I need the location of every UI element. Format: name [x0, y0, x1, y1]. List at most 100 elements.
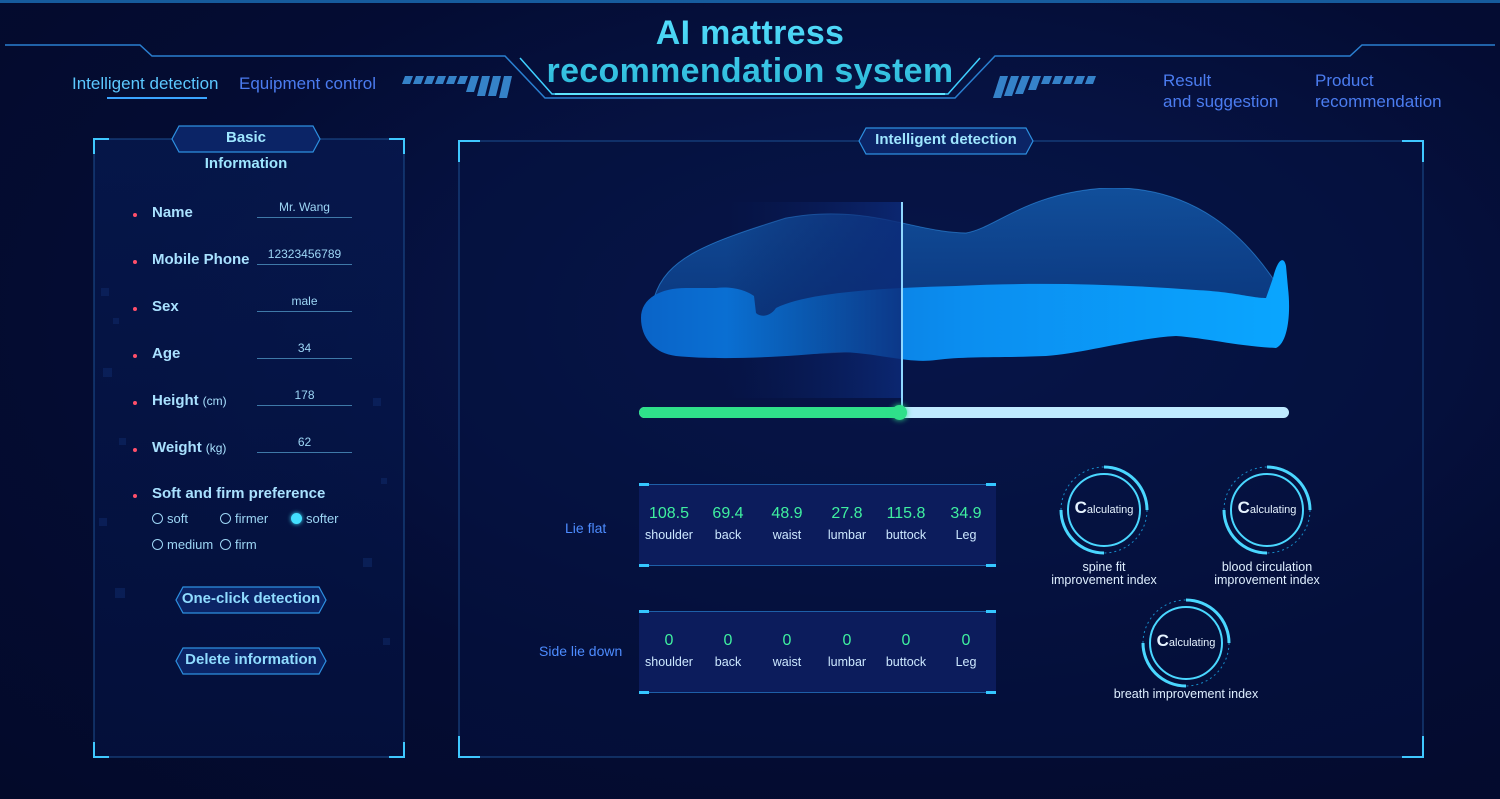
field-label-text: Age: [152, 345, 181, 362]
basic-information-tag: Basic Information: [171, 125, 321, 172]
gauge-status-rest: alculating: [1086, 504, 1134, 516]
page: AI mattress recommendation system Intell…: [0, 0, 1500, 799]
metric-back: 69.4 back: [698, 504, 758, 542]
side-lie-down-label: Side lie down: [539, 643, 623, 659]
metrics-corner: [639, 483, 649, 486]
gauge-status-initial: C: [1074, 498, 1087, 517]
metric-value: 27.8: [831, 505, 863, 522]
field-label: Weight (kg): [152, 439, 226, 456]
metric-value: 115.8: [886, 505, 926, 522]
metric-value: 0: [782, 632, 792, 649]
radio-medium[interactable]: medium: [152, 537, 213, 552]
radio-firm[interactable]: firm: [220, 537, 257, 552]
metric-value: 69.4: [712, 505, 744, 522]
gauge-status: Calculating: [1058, 498, 1150, 518]
metric-waist: 0 waist: [757, 631, 817, 669]
metric-label: waist: [772, 528, 802, 542]
nav-product-recommendation[interactable]: Product recommendation: [1315, 70, 1442, 112]
metric-leg: 34.9 Leg: [936, 504, 996, 542]
metric-label: Leg: [955, 655, 977, 669]
metric-value: 0: [723, 632, 733, 649]
one-click-detection-button[interactable]: One-click detection: [175, 586, 327, 614]
nav-product-line-1: Product: [1315, 71, 1374, 90]
metric-lumbar: 27.8 lumbar: [817, 504, 877, 542]
gauge-status-rest: alculating: [1249, 504, 1297, 516]
metric-value: 0: [961, 632, 971, 649]
scan-progress-track: [639, 405, 1289, 420]
radio-label: firm: [235, 537, 257, 552]
metric-label: shoulder: [645, 528, 693, 542]
caption-line-2: improvement index: [1214, 573, 1320, 587]
radio-firmer[interactable]: firmer: [220, 511, 268, 526]
name-input[interactable]: [257, 196, 352, 218]
metric-label: shoulder: [645, 655, 693, 669]
required-dot: [133, 401, 137, 405]
required-dot: [133, 354, 137, 358]
required-dot: [133, 213, 137, 217]
side-lie-metrics: 0 shoulder 0 back 0 waist 0 lumbar 0 buttock …: [639, 610, 996, 694]
radio-label: softer: [306, 511, 339, 526]
nav-result-line-1: Result: [1163, 71, 1212, 90]
sex-input[interactable]: [257, 290, 352, 312]
metrics-edge: [639, 565, 996, 566]
body-scan-visual: [641, 188, 1290, 410]
field-label-text: Sex: [152, 298, 179, 315]
metric-label: buttock: [885, 528, 927, 542]
breath-improvement-caption: breath improvement index: [1086, 688, 1286, 701]
page-title: AI mattress recommendation system: [540, 14, 960, 90]
field-mobile-phone: Mobile Phone: [93, 243, 405, 279]
field-age: Age: [93, 337, 405, 373]
radio-circle: [152, 513, 163, 524]
nav-product-line-2: recommendation: [1315, 92, 1442, 111]
metric-value: 0: [901, 632, 911, 649]
radio-circle: [291, 513, 302, 524]
radio-circle: [220, 513, 231, 524]
metric-label: waist: [772, 655, 802, 669]
metrics-corner: [986, 483, 996, 486]
metric-shoulder: 108.5 shoulder: [639, 504, 699, 542]
metric-label: back: [714, 655, 742, 669]
gauge-status: Calculating: [1221, 498, 1313, 518]
gauge-status: Calculating: [1140, 631, 1232, 651]
delete-information-button[interactable]: Delete information: [175, 647, 327, 675]
age-input[interactable]: [257, 337, 352, 359]
caption-line-2: improvement index: [1051, 573, 1157, 587]
metric-shoulder: 0 shoulder: [639, 631, 699, 669]
metrics-corner: [986, 564, 996, 567]
preference-label: Soft and firm preference: [152, 485, 326, 502]
lie-flat-metrics: 108.5 shoulder 69.4 back 48.9 waist 27.8 lum…: [639, 483, 996, 567]
mobile-phone-input[interactable]: [257, 243, 352, 265]
scan-progress-handle[interactable]: [892, 405, 907, 420]
nav-intelligent-detection[interactable]: Intelligent detection: [72, 74, 219, 94]
field-name: Name: [93, 196, 405, 232]
radio-softer[interactable]: softer: [291, 511, 339, 526]
nav-active-underline: [107, 97, 207, 99]
delete-information-label: Delete information: [185, 651, 317, 668]
intelligent-detection-tag: Intelligent detection: [858, 127, 1034, 155]
height-input[interactable]: [257, 384, 352, 406]
metric-value: 108.5: [648, 505, 690, 522]
required-dot: [133, 307, 137, 311]
metrics-edge: [639, 484, 996, 485]
weight-input[interactable]: [257, 431, 352, 453]
title-line-1: AI mattress: [655, 14, 845, 52]
metrics-edge: [639, 692, 996, 693]
spine-fit-caption: spine fit improvement index: [1034, 561, 1174, 587]
metric-back: 0 back: [698, 631, 758, 669]
radio-label: firmer: [235, 511, 269, 526]
field-sex: Sex: [93, 290, 405, 326]
scan-progress-fill: [639, 407, 899, 418]
metric-value: 48.9: [771, 505, 803, 522]
field-weight: Weight (kg): [93, 431, 405, 467]
nav-result-and-suggestion[interactable]: Result and suggestion: [1163, 70, 1278, 112]
metrics-corner: [639, 564, 649, 567]
nav-equipment-control[interactable]: Equipment control: [239, 74, 376, 94]
metric-label: lumbar: [827, 655, 867, 669]
radio-label: medium: [167, 537, 214, 552]
blood-circulation-gauge: Calculating: [1221, 464, 1313, 556]
radio-soft[interactable]: soft: [152, 511, 188, 526]
metrics-corner: [986, 610, 996, 613]
metric-label: Leg: [955, 528, 977, 542]
gauge-status-initial: C: [1237, 498, 1250, 517]
metrics-corner: [986, 691, 996, 694]
